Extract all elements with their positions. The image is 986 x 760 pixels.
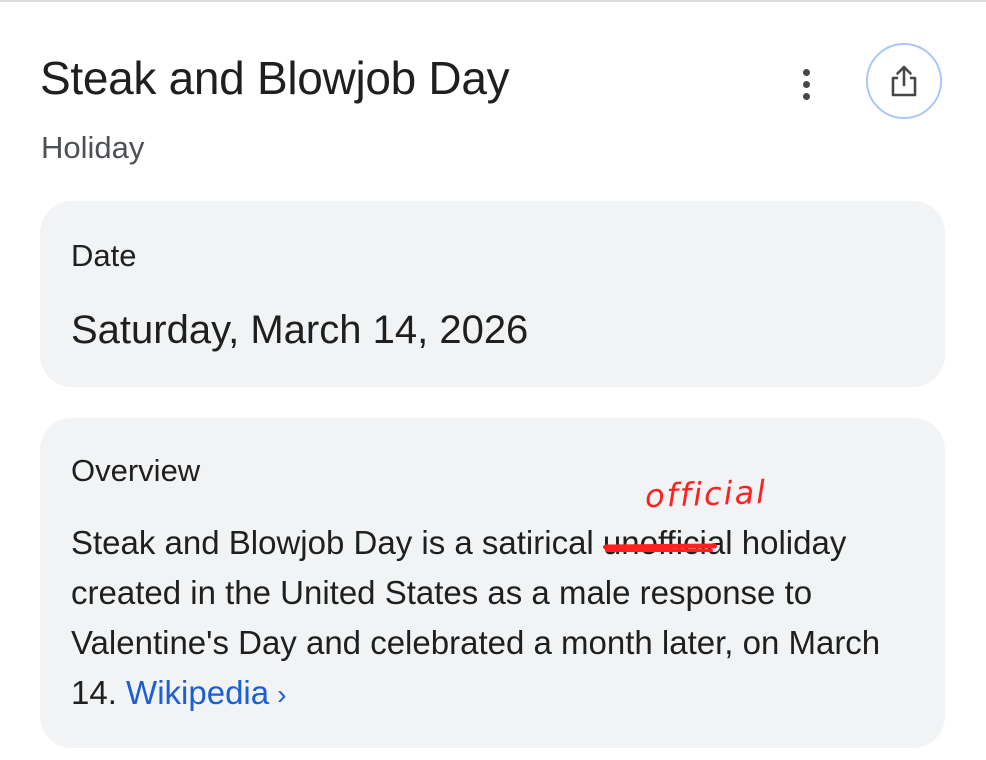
more-options-button[interactable]: [786, 62, 826, 106]
struck-word: unofficial: [602, 518, 733, 568]
struck-word-text: unofficial: [602, 524, 733, 561]
red-strikethrough-underline: [604, 549, 713, 552]
handwritten-annotation: official: [644, 472, 768, 516]
share-icon: [891, 65, 917, 97]
more-vert-icon-dot: [802, 92, 810, 100]
page-subtitle: Holiday: [41, 130, 145, 165]
overview-text-before: Steak and Blowjob Day is a satirical: [71, 524, 603, 561]
date-value: Saturday, March 14, 2026: [71, 308, 529, 352]
wikipedia-link-label: Wikipedia: [126, 674, 270, 711]
overview-text: Steak and Blowjob Day is a satirical uno…: [71, 518, 931, 720]
date-card: Date Saturday, March 14, 2026: [40, 201, 945, 387]
top-divider: [0, 0, 986, 2]
overview-card: Overview official Steak and Blowjob Day …: [40, 418, 945, 748]
wikipedia-link[interactable]: Wikipedia ›: [126, 674, 286, 711]
chevron-right-icon: ›: [277, 679, 287, 710]
more-vert-icon-dot: [802, 68, 810, 76]
share-button[interactable]: [866, 43, 942, 119]
overview-label: Overview: [71, 453, 201, 488]
page-title: Steak and Blowjob Day: [40, 52, 510, 104]
date-label: Date: [71, 238, 137, 273]
more-vert-icon-dot: [802, 80, 810, 88]
